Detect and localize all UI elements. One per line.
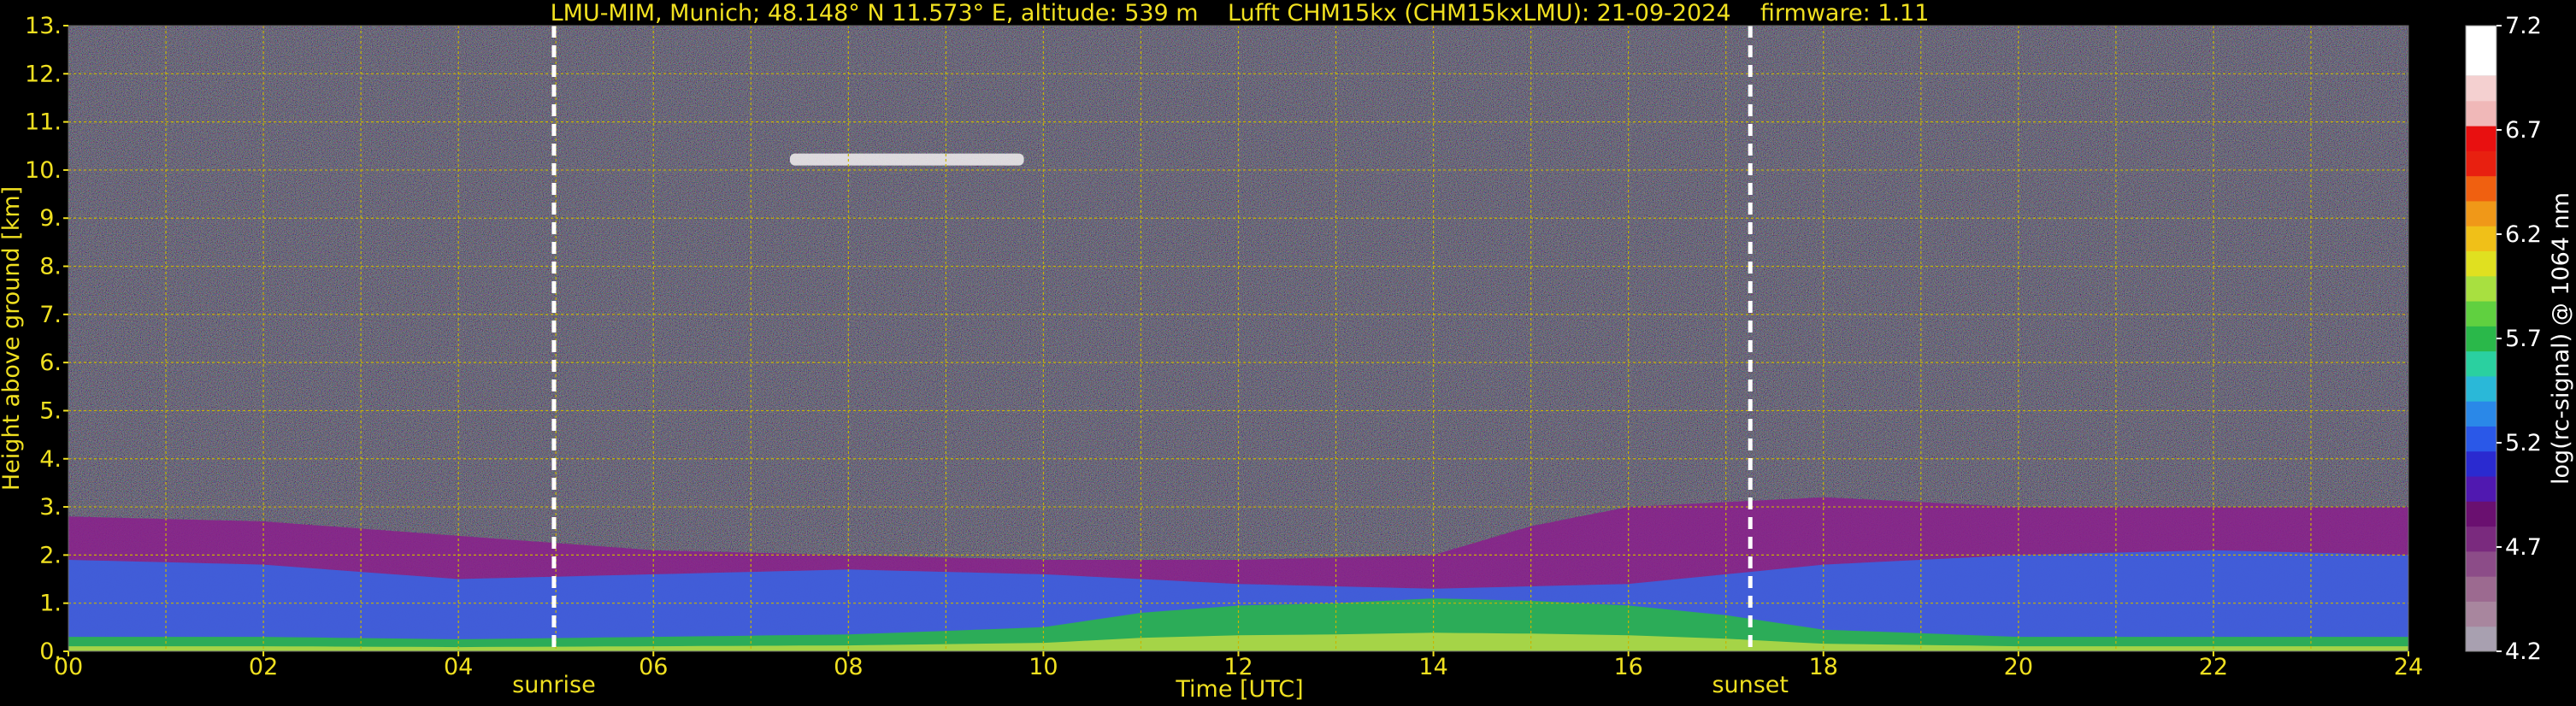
colorbar-segment bbox=[2466, 175, 2496, 202]
colorbar-segment bbox=[2466, 450, 2496, 477]
sunrise-label: sunrise bbox=[512, 672, 596, 698]
colorbar-segment bbox=[2466, 126, 2496, 151]
colorbar-tick-label: 4.7 bbox=[2505, 534, 2542, 561]
y-tick-label: 4. bbox=[39, 446, 62, 473]
colorbar-segment bbox=[2466, 501, 2496, 527]
x-tick-label: 02 bbox=[249, 654, 278, 680]
x-tick-label: 10 bbox=[1029, 654, 1058, 680]
x-tick-label: 18 bbox=[1809, 654, 1838, 680]
y-tick-label: 6. bbox=[39, 350, 62, 376]
colorbar-tick-label: 4.2 bbox=[2505, 638, 2542, 665]
colorbar-segment bbox=[2466, 226, 2496, 252]
y-tick-label: 2. bbox=[39, 542, 62, 568]
x-tick-label: 00 bbox=[54, 654, 83, 680]
colorbar-segment bbox=[2466, 326, 2496, 352]
colorbar-tick-label: 6.2 bbox=[2505, 221, 2542, 248]
chart-title: LMU-MIM, Munich; 48.148° N 11.573° E, al… bbox=[551, 0, 1930, 26]
y-tick-label: 1. bbox=[39, 591, 62, 617]
y-tick-label: 10. bbox=[25, 157, 62, 184]
layer-high-cloud bbox=[789, 153, 1024, 166]
colorbar-segment bbox=[2466, 401, 2496, 427]
x-tick-label: 08 bbox=[834, 654, 863, 680]
colorbar-segment bbox=[2466, 301, 2496, 327]
y-tick-label: 11. bbox=[25, 109, 62, 136]
y-tick-label: 13. bbox=[25, 13, 62, 39]
colorbar-segment bbox=[2466, 550, 2496, 577]
colorbar-segment bbox=[2466, 275, 2496, 302]
y-tick-label: 9. bbox=[39, 205, 62, 232]
y-tick-label: 3. bbox=[39, 494, 62, 521]
colorbar-tick-label: 6.7 bbox=[2505, 117, 2542, 144]
colorbar: 7.2 6.7 6.2 5.7 5.2 4.7 4.2 bbox=[2465, 13, 2542, 665]
x-tick-label: 14 bbox=[1418, 654, 1447, 680]
colorbar-segment bbox=[2466, 250, 2496, 277]
colorbar-segment bbox=[2466, 426, 2496, 452]
y-tick-label: 5. bbox=[39, 397, 62, 424]
colorbar-segment bbox=[2466, 200, 2496, 227]
x-axis-label: Time [UTC] bbox=[1175, 676, 1303, 703]
colorbar-segment bbox=[2466, 601, 2496, 627]
colorbar-segment bbox=[2466, 526, 2496, 552]
x-tick-label: 06 bbox=[639, 654, 668, 680]
y-axis-ticks: 0.1.2.3.4.5.6.7.8.9.10.11.12.13. bbox=[25, 13, 68, 665]
y-tick-label: 12. bbox=[25, 61, 62, 87]
colorbar-segment bbox=[2466, 476, 2496, 502]
colorbar-tick-label: 7.2 bbox=[2505, 13, 2542, 39]
colorbar-segment bbox=[2466, 626, 2496, 652]
ceilometer-chart: sunrise sunset 0.1.2.3.4.5.6.7.8.9.10.11.… bbox=[0, 0, 2574, 703]
x-tick-label: 22 bbox=[2199, 654, 2228, 680]
sunset-label: sunset bbox=[1712, 672, 1789, 698]
colorbar-tick-label: 5.2 bbox=[2505, 430, 2542, 456]
x-tick-label: 20 bbox=[2004, 654, 2033, 680]
y-tick-label: 7. bbox=[39, 302, 62, 328]
colorbar-label: log(rc-signal) @ 1064 nm bbox=[2548, 192, 2574, 485]
x-tick-label: 24 bbox=[2394, 654, 2423, 680]
x-tick-label: 04 bbox=[444, 654, 473, 680]
colorbar-segment bbox=[2466, 375, 2496, 402]
x-tick-label: 16 bbox=[1613, 654, 1642, 680]
colorbar-segment bbox=[2466, 576, 2496, 602]
colorbar-tick-label: 5.7 bbox=[2505, 326, 2542, 352]
y-axis-label: Height above ground [km] bbox=[0, 186, 25, 491]
colorbar-segment bbox=[2466, 350, 2496, 377]
colorbar-segment bbox=[2466, 150, 2496, 177]
colorbar-segment bbox=[2466, 75, 2496, 102]
y-tick-label: 8. bbox=[39, 254, 62, 280]
colorbar-segment bbox=[2466, 26, 2496, 76]
colorbar-segment bbox=[2466, 100, 2496, 126]
